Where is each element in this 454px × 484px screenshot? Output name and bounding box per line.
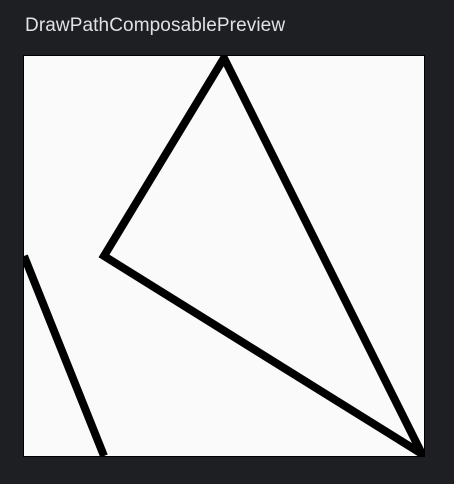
preview-frame[interactable] [23, 55, 425, 457]
preview-canvas [24, 56, 424, 456]
preview-title: DrawPathComposablePreview [25, 15, 286, 36]
